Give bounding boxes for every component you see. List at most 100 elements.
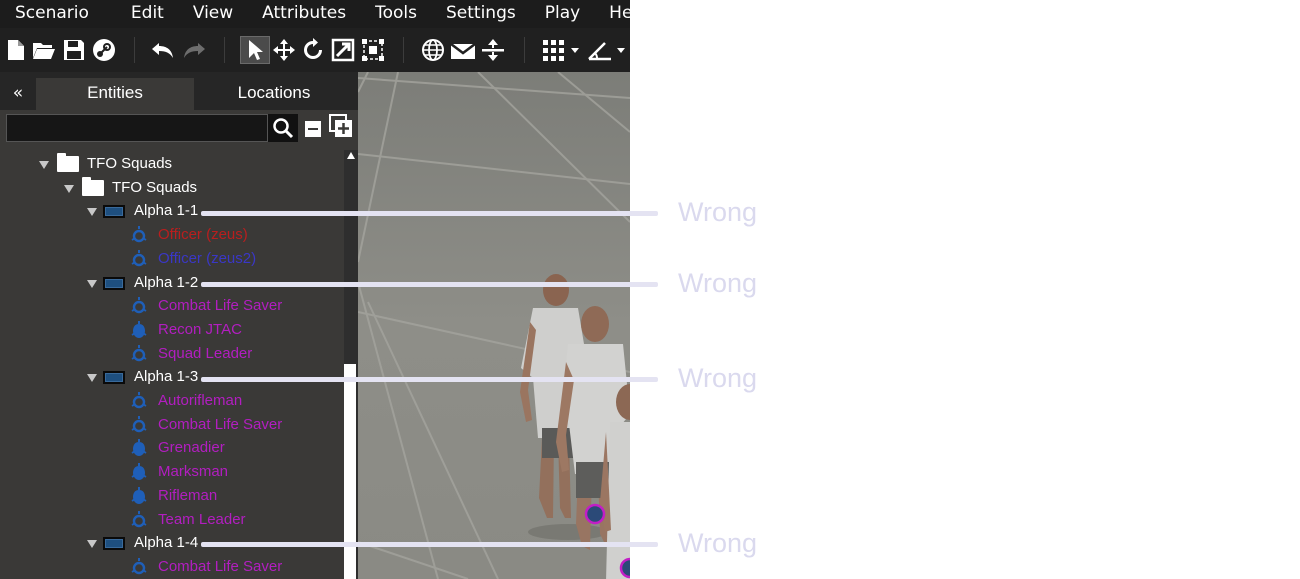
unit-label: Officer (zeus): [158, 226, 248, 244]
unit-label: Squad Leader: [158, 344, 253, 362]
tree-unit-row[interactable]: Officer (zeus2): [0, 248, 344, 272]
unit-marker-icon[interactable]: [584, 503, 606, 525]
vertical-snap-icon[interactable]: [480, 36, 506, 64]
unit-label: Grenadier: [158, 439, 225, 457]
unit-label: Combat Life Saver: [158, 297, 283, 315]
menu-scenario[interactable]: Scenario: [0, 0, 116, 28]
group-label: Alpha 1-2: [134, 273, 199, 291]
unit-ring-icon: [131, 415, 147, 434]
redo-icon[interactable]: [181, 36, 207, 64]
group-flag-icon: [103, 276, 125, 290]
open-folder-icon[interactable]: [31, 36, 57, 64]
group-flag-icon: [103, 537, 125, 551]
unit-solid-icon: [131, 439, 147, 457]
tree-unit-row[interactable]: Officer (zeus): [0, 224, 344, 248]
unit-label: Team Leader: [158, 510, 246, 528]
angle-snap-icon[interactable]: [586, 36, 628, 64]
unit-label: Rifleman: [158, 486, 218, 504]
steam-icon[interactable]: [91, 36, 117, 64]
search-input[interactable]: [6, 114, 268, 142]
annotation-pointer-line: [201, 211, 658, 216]
annotation-label: Wrong: [678, 528, 758, 558]
tree-folder-sub[interactable]: TFO Squads: [0, 176, 344, 201]
tree-unit-row[interactable]: Team Leader: [0, 509, 344, 533]
rotate-icon[interactable]: [300, 36, 326, 64]
expand-all-icon[interactable]: [329, 114, 353, 138]
group-label: Alpha 1-1: [134, 202, 199, 220]
menu-help[interactable]: Help: [594, 0, 630, 28]
folder-icon: [57, 153, 79, 172]
collapse-panel-button[interactable]: «: [0, 78, 36, 110]
tree-unit-row[interactable]: Autorifleman: [0, 390, 344, 414]
toolbar-separator: [524, 37, 525, 63]
search-row: [0, 110, 358, 146]
menu-edit[interactable]: Edit: [116, 0, 178, 28]
folder-icon: [82, 176, 104, 196]
toolbar-separator: [224, 37, 225, 63]
annotation-pointer-line: [201, 282, 658, 287]
tree-unit-row[interactable]: Recon JTAC: [0, 319, 344, 343]
unit-label: Marksman: [158, 463, 229, 481]
unit-ring-icon: [131, 226, 147, 244]
panel-tabs: « Entities Locations: [0, 72, 358, 110]
annotation-pointer-line: [201, 542, 658, 547]
tree-unit-row[interactable]: Combat Life Saver: [0, 414, 344, 438]
folder-label: TFO Squads: [112, 178, 198, 196]
expand-arrow-icon[interactable]: [64, 184, 74, 193]
group-label: Alpha 1-4: [134, 534, 199, 552]
menu-attributes[interactable]: Attributes: [247, 0, 360, 28]
unit-label: Recon JTAC: [158, 320, 242, 338]
expand-arrow-icon[interactable]: [87, 208, 97, 217]
expand-arrow-icon[interactable]: [39, 161, 49, 169]
tree-unit-row[interactable]: Combat Life Saver: [0, 295, 344, 319]
expand-arrow-icon[interactable]: [87, 540, 97, 549]
menu-view[interactable]: View: [178, 0, 247, 28]
unit-solid-icon: [131, 320, 147, 339]
collapse-all-icon[interactable]: [305, 121, 321, 137]
scroll-up-icon[interactable]: [347, 152, 355, 159]
tree-unit-row[interactable]: Grenadier: [0, 437, 344, 461]
annotation-pointer-line: [201, 377, 658, 382]
save-icon[interactable]: [61, 36, 87, 64]
bounding-box-icon[interactable]: [360, 36, 386, 64]
viewport-scene: [358, 72, 630, 579]
group-flag-icon: [103, 371, 125, 385]
globe-icon[interactable]: [420, 36, 446, 64]
unit-ring-icon: [131, 297, 147, 315]
unit-marker-icon[interactable]: [619, 557, 630, 579]
tree-unit-row[interactable]: Combat Life Saver: [0, 556, 344, 579]
folder-label: TFO Squads: [87, 155, 173, 172]
surface-snap-icon[interactable]: [450, 36, 476, 64]
menu-tools[interactable]: Tools: [360, 0, 431, 28]
undo-icon[interactable]: [150, 36, 176, 64]
3d-viewport[interactable]: [358, 72, 630, 579]
select-cursor-icon[interactable]: [240, 36, 270, 64]
annotation-label: Wrong: [678, 197, 758, 227]
new-file-icon[interactable]: [3, 36, 29, 64]
tree-folder-root[interactable]: TFO Squads: [0, 153, 344, 177]
tree-unit-row[interactable]: Squad Leader: [0, 343, 344, 367]
move-icon[interactable]: [271, 36, 297, 64]
grid-icon[interactable]: [540, 36, 582, 64]
unit-solid-icon: [131, 486, 147, 505]
unit-ring-icon: [131, 557, 147, 576]
tab-entities[interactable]: Entities: [36, 78, 194, 110]
tree-unit-row[interactable]: Marksman: [0, 461, 344, 485]
expand-arrow-icon[interactable]: [87, 374, 97, 383]
annotation-label: Wrong: [678, 363, 758, 393]
unit-ring-icon: [131, 510, 147, 529]
unit-label: Combat Life Saver: [158, 415, 283, 433]
scale-icon[interactable]: [330, 36, 356, 64]
unit-ring-icon: [131, 249, 147, 268]
search-icon[interactable]: [268, 114, 298, 142]
annotation-label: Wrong: [678, 268, 758, 298]
unit-label: Officer (zeus2): [158, 249, 257, 267]
tree-unit-row[interactable]: Rifleman: [0, 485, 344, 509]
menu-settings[interactable]: Settings: [431, 0, 530, 28]
unit-ring-icon: [131, 344, 147, 363]
menu-play[interactable]: Play: [530, 0, 594, 28]
expand-arrow-icon[interactable]: [87, 279, 97, 288]
group-label: Alpha 1-3: [134, 368, 199, 386]
tab-locations[interactable]: Locations: [194, 78, 354, 110]
group-flag-icon: [103, 205, 125, 219]
